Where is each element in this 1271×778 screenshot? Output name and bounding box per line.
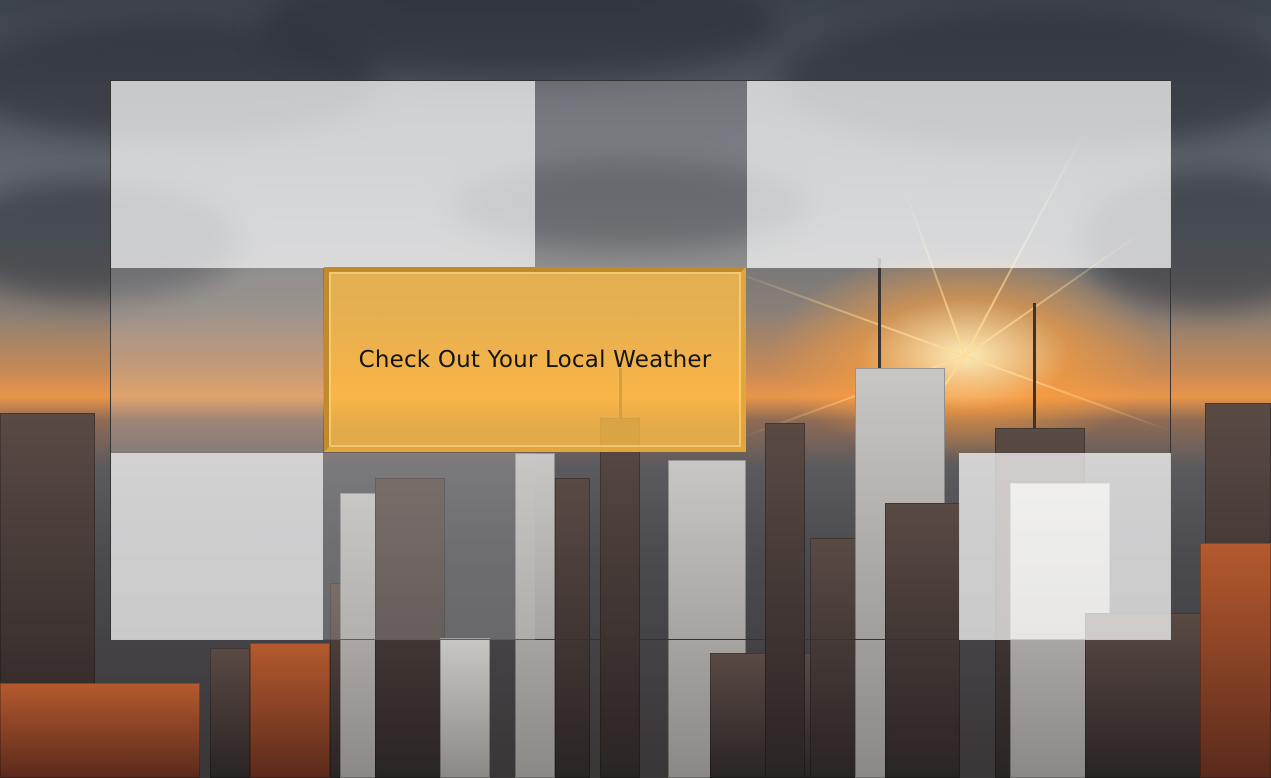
grid-tile	[747, 268, 959, 453]
grid-tile	[535, 453, 747, 640]
grid-tile	[747, 453, 959, 640]
grid-tile	[323, 81, 535, 268]
grid-tile	[535, 81, 747, 268]
grid-tile	[323, 453, 535, 640]
grid-tile	[959, 453, 1171, 640]
grid-tile	[111, 268, 323, 453]
local-weather-button[interactable]: Check Out Your Local Weather	[324, 267, 746, 452]
local-weather-label: Check Out Your Local Weather	[358, 346, 712, 373]
grid-tile	[111, 453, 323, 640]
weather-landing-page: Check Out Your Local Weather	[0, 0, 1271, 778]
grid-tile	[959, 268, 1171, 453]
grid-tile	[111, 81, 323, 268]
grid-tile	[747, 81, 959, 268]
grid-tile	[959, 81, 1171, 268]
